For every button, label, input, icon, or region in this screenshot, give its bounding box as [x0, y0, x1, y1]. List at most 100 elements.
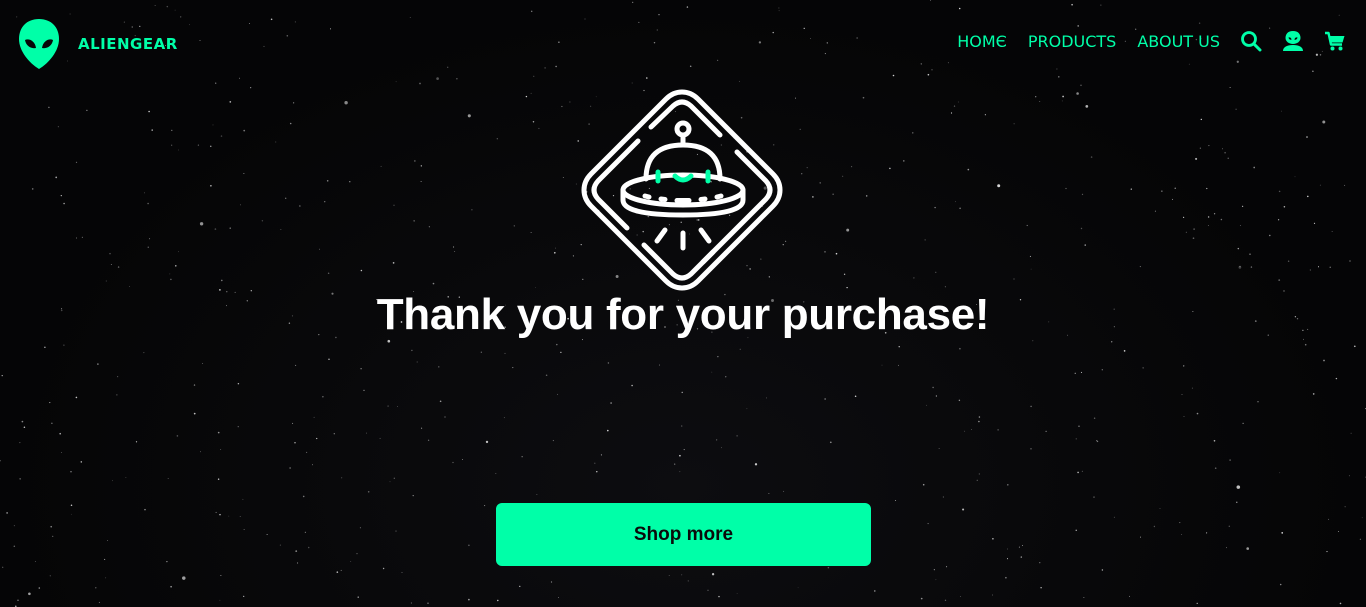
- star: [1139, 536, 1142, 538]
- star: [550, 581, 553, 583]
- star: [835, 252, 838, 255]
- star: [212, 124, 214, 126]
- star: [289, 122, 292, 125]
- star: [1045, 430, 1047, 433]
- star: [75, 237, 78, 239]
- nav-products[interactable]: PRODUCTS: [1028, 32, 1117, 51]
- star: [496, 138, 498, 140]
- star: [707, 589, 709, 591]
- star: [393, 477, 395, 479]
- star: [1236, 485, 1241, 489]
- star: [199, 222, 204, 226]
- star: [962, 508, 965, 511]
- shop-more-button[interactable]: Shop more: [496, 503, 871, 566]
- star: [912, 132, 914, 134]
- star: [1339, 602, 1342, 605]
- star: [228, 515, 230, 517]
- star: [819, 182, 821, 184]
- star: [485, 440, 489, 444]
- star: [1278, 190, 1281, 193]
- star: [1005, 576, 1007, 579]
- star: [955, 201, 957, 203]
- logo-link[interactable]: ALIENGEAR: [18, 18, 178, 70]
- star: [503, 417, 505, 419]
- star: [1154, 210, 1156, 212]
- star: [521, 456, 523, 458]
- star: [81, 236, 84, 239]
- star: [401, 572, 403, 573]
- ufo-badge-icon: [581, 89, 783, 291]
- star: [439, 400, 442, 403]
- star: [413, 220, 415, 222]
- star: [1200, 118, 1202, 121]
- star: [1281, 532, 1284, 534]
- star: [98, 601, 100, 604]
- star: [976, 479, 978, 481]
- star: [1113, 516, 1115, 518]
- star: [19, 442, 21, 444]
- star: [1139, 266, 1141, 268]
- star: [946, 566, 948, 568]
- account-icon[interactable]: [1282, 30, 1304, 52]
- star: [28, 592, 31, 596]
- star: [280, 229, 282, 230]
- star: [1161, 190, 1163, 192]
- star: [1182, 216, 1185, 219]
- star: [467, 114, 471, 118]
- star: [1239, 225, 1241, 226]
- star: [70, 504, 73, 507]
- star: [681, 574, 683, 576]
- star: [806, 166, 808, 169]
- star: [322, 396, 324, 398]
- nav-home[interactable]: HOMЄ: [957, 32, 1007, 51]
- star: [21, 420, 24, 423]
- star: [935, 271, 937, 273]
- star: [86, 109, 88, 112]
- star: [924, 239, 926, 241]
- nav-about-us[interactable]: ABOUT US: [1137, 32, 1220, 51]
- star: [471, 209, 473, 211]
- star: [1101, 569, 1104, 571]
- star: [421, 427, 423, 429]
- star: [558, 597, 559, 598]
- star: [725, 376, 727, 378]
- star: [468, 598, 470, 601]
- star: [711, 371, 713, 373]
- star: [851, 166, 853, 168]
- star: [935, 395, 938, 397]
- star: [504, 352, 506, 354]
- star: [1269, 234, 1271, 237]
- star: [50, 525, 53, 528]
- star: [135, 441, 138, 443]
- alien-head-icon: [19, 19, 59, 69]
- search-icon[interactable]: [1240, 30, 1262, 52]
- star: [210, 185, 212, 187]
- star: [197, 144, 200, 146]
- star: [312, 464, 313, 466]
- star: [607, 362, 610, 364]
- star: [992, 594, 993, 596]
- star: [60, 195, 62, 197]
- star: [829, 441, 832, 444]
- star: [116, 394, 118, 396]
- star: [167, 477, 169, 480]
- star: [1238, 266, 1242, 269]
- star: [594, 462, 596, 464]
- star: [125, 477, 127, 478]
- star: [1279, 472, 1281, 474]
- star: [1081, 193, 1084, 196]
- star: [920, 597, 923, 600]
- star: [453, 246, 455, 248]
- star: [395, 530, 397, 532]
- star: [6, 512, 8, 514]
- star: [318, 248, 320, 250]
- cart-icon[interactable]: [1324, 30, 1346, 52]
- star: [1208, 145, 1210, 147]
- star: [327, 272, 330, 274]
- star: [1221, 148, 1223, 150]
- star: [144, 192, 145, 194]
- star: [674, 463, 676, 465]
- star: [944, 599, 947, 601]
- star: [105, 577, 107, 579]
- star: [1039, 562, 1041, 564]
